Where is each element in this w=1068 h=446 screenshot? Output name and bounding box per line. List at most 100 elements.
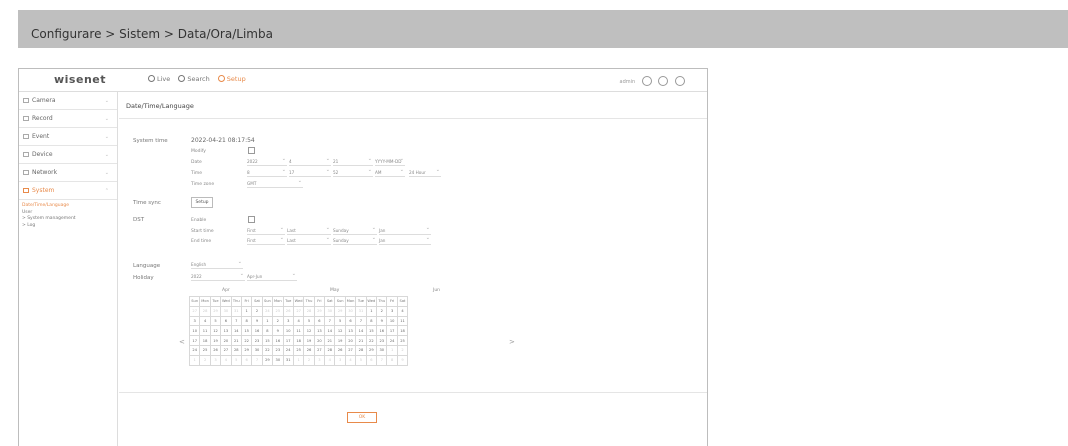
- dst-enable-checkbox[interactable]: [248, 216, 255, 223]
- tab-setup[interactable]: Setup: [217, 75, 246, 83]
- dst-end-day-select[interactable]: Sunday: [333, 234, 377, 245]
- calendar-day-cell[interactable]: 7: [376, 354, 388, 366]
- time-zone-select[interactable]: GMT: [247, 177, 303, 188]
- calendar-day-cell[interactable]: 7: [230, 315, 242, 327]
- help-icon[interactable]: [658, 76, 669, 86]
- calendar-day-cell[interactable]: 4: [220, 354, 232, 366]
- calendar-day-cell[interactable]: 1: [365, 305, 378, 317]
- calendar-day-cell[interactable]: 2: [251, 305, 263, 317]
- calendar-next-arrow[interactable]: >: [509, 338, 515, 346]
- date-format-select[interactable]: YYYY-MM-DD: [375, 155, 405, 166]
- calendar-day-cell[interactable]: 14: [324, 325, 336, 337]
- calendar-day-cell[interactable]: 15: [240, 325, 253, 337]
- calendar-day-cell[interactable]: 4: [396, 305, 409, 317]
- calendar-day-cell[interactable]: 23: [272, 344, 284, 356]
- calendar-day-cell[interactable]: 31: [355, 305, 367, 317]
- calendar-day-cell[interactable]: 5: [230, 354, 242, 366]
- calendar-day-cell[interactable]: 13: [313, 325, 326, 337]
- calendar-day-cell[interactable]: 24: [386, 335, 398, 346]
- calendar-day-cell[interactable]: 3: [313, 354, 326, 366]
- time-sync-setup-button[interactable]: Setup: [191, 197, 213, 208]
- calendar-day-cell[interactable]: 30: [251, 344, 263, 356]
- calendar-day-cell[interactable]: 19: [209, 335, 222, 346]
- calendar-day-cell[interactable]: 29: [313, 305, 326, 317]
- calendar-day-cell[interactable]: 28: [230, 344, 242, 356]
- calendar-day-cell[interactable]: 24: [282, 344, 294, 356]
- calendar-day-cell[interactable]: 28: [355, 344, 367, 356]
- calendar-day-cell[interactable]: 19: [303, 335, 315, 346]
- calendar-day-cell[interactable]: 17: [386, 325, 398, 337]
- calendar-day-cell[interactable]: 29: [334, 305, 346, 317]
- sidebar-item-system[interactable]: System ⌃: [19, 182, 117, 200]
- calendar-day-cell[interactable]: 30: [324, 305, 336, 317]
- user-label[interactable]: admin: [620, 79, 636, 85]
- calendar-day-cell[interactable]: 8: [240, 315, 253, 327]
- calendar-day-cell[interactable]: 1: [240, 305, 253, 317]
- language-select[interactable]: English: [191, 258, 243, 269]
- calendar-day-cell[interactable]: 28: [199, 305, 211, 317]
- calendar-day-cell[interactable]: 4: [199, 315, 211, 327]
- calendar-day-cell[interactable]: 28: [303, 305, 315, 317]
- time-format-select[interactable]: 24 Hour: [409, 166, 441, 177]
- calendar-day-cell[interactable]: 9: [396, 354, 409, 366]
- calendar-day-cell[interactable]: 10: [188, 325, 201, 337]
- time-second-select[interactable]: 52: [333, 166, 373, 177]
- calendar-day-cell[interactable]: 18: [396, 325, 409, 337]
- calendar-day-cell[interactable]: 9: [272, 325, 284, 337]
- calendar-day-cell[interactable]: 21: [230, 335, 242, 346]
- calendar-day-cell[interactable]: 21: [324, 335, 336, 346]
- calendar-day-cell[interactable]: 23: [376, 335, 388, 346]
- calendar-day-cell[interactable]: 22: [365, 335, 378, 346]
- calendar-day-cell[interactable]: 1: [386, 344, 398, 356]
- sidebar-item-device[interactable]: Device ⌄: [19, 146, 117, 164]
- ok-button[interactable]: OK: [347, 412, 377, 423]
- calendar-day-cell[interactable]: 31: [282, 354, 294, 366]
- calendar-day-cell[interactable]: 3: [282, 315, 294, 327]
- calendar-day-cell[interactable]: 13: [344, 325, 357, 337]
- calendar-day-cell[interactable]: 25: [199, 344, 211, 356]
- holiday-year-select[interactable]: 2022: [191, 270, 245, 281]
- calendar-day-cell[interactable]: 4: [324, 354, 336, 366]
- calendar-day-cell[interactable]: 24: [261, 305, 274, 317]
- calendar-day-cell[interactable]: 1: [188, 354, 201, 366]
- calendar-day-cell[interactable]: 25: [292, 344, 305, 356]
- calendar-day-cell[interactable]: 5: [303, 315, 315, 327]
- calendar-day-cell[interactable]: 29: [240, 344, 253, 356]
- calendar-day-cell[interactable]: 28: [324, 344, 336, 356]
- calendar-day-cell[interactable]: 14: [230, 325, 242, 337]
- calendar-day-cell[interactable]: 26: [303, 344, 315, 356]
- calendar-day-cell[interactable]: 8: [386, 354, 398, 366]
- calendar-day-cell[interactable]: 26: [209, 344, 222, 356]
- calendar-day-cell[interactable]: 13: [220, 325, 232, 337]
- tab-live[interactable]: Live: [148, 75, 170, 83]
- sidebar-item-network[interactable]: Network ⌄: [19, 164, 117, 182]
- calendar-day-cell[interactable]: 2: [199, 354, 211, 366]
- menu-icon[interactable]: [675, 76, 685, 86]
- calendar-day-cell[interactable]: 16: [272, 335, 284, 346]
- calendar-day-cell[interactable]: 27: [344, 344, 357, 356]
- calendar-day-cell[interactable]: 2: [376, 305, 388, 317]
- holiday-months-select[interactable]: Apr-Jun: [247, 270, 297, 281]
- tab-search[interactable]: Search: [178, 75, 210, 83]
- dst-start-day-select[interactable]: Sunday: [333, 224, 377, 235]
- calendar-prev-arrow[interactable]: <: [179, 338, 185, 346]
- calendar-day-cell[interactable]: 6: [344, 315, 357, 327]
- calendar-day-cell[interactable]: 6: [313, 315, 326, 327]
- calendar-day-cell[interactable]: 12: [209, 325, 222, 337]
- calendar-day-cell[interactable]: 16: [251, 325, 263, 337]
- calendar-day-cell[interactable]: 16: [376, 325, 388, 337]
- calendar-day-cell[interactable]: 30: [220, 305, 232, 317]
- calendar-day-cell[interactable]: 6: [365, 354, 378, 366]
- date-year-select[interactable]: 2022: [247, 155, 287, 166]
- calendar-day-cell[interactable]: 29: [261, 354, 274, 366]
- calendar-day-cell[interactable]: 27: [313, 344, 326, 356]
- time-ampm-select[interactable]: AM: [375, 166, 405, 177]
- calendar-day-cell[interactable]: 2: [396, 344, 409, 356]
- dst-start-month-select[interactable]: Jan: [379, 224, 431, 235]
- calendar-day-cell[interactable]: 10: [386, 315, 398, 327]
- calendar-day-cell[interactable]: 25: [396, 335, 409, 346]
- calendar-day-cell[interactable]: 22: [261, 344, 274, 356]
- calendar-day-cell[interactable]: 9: [376, 315, 388, 327]
- calendar-day-cell[interactable]: 3: [209, 354, 222, 366]
- calendar-day-cell[interactable]: 29: [209, 305, 222, 317]
